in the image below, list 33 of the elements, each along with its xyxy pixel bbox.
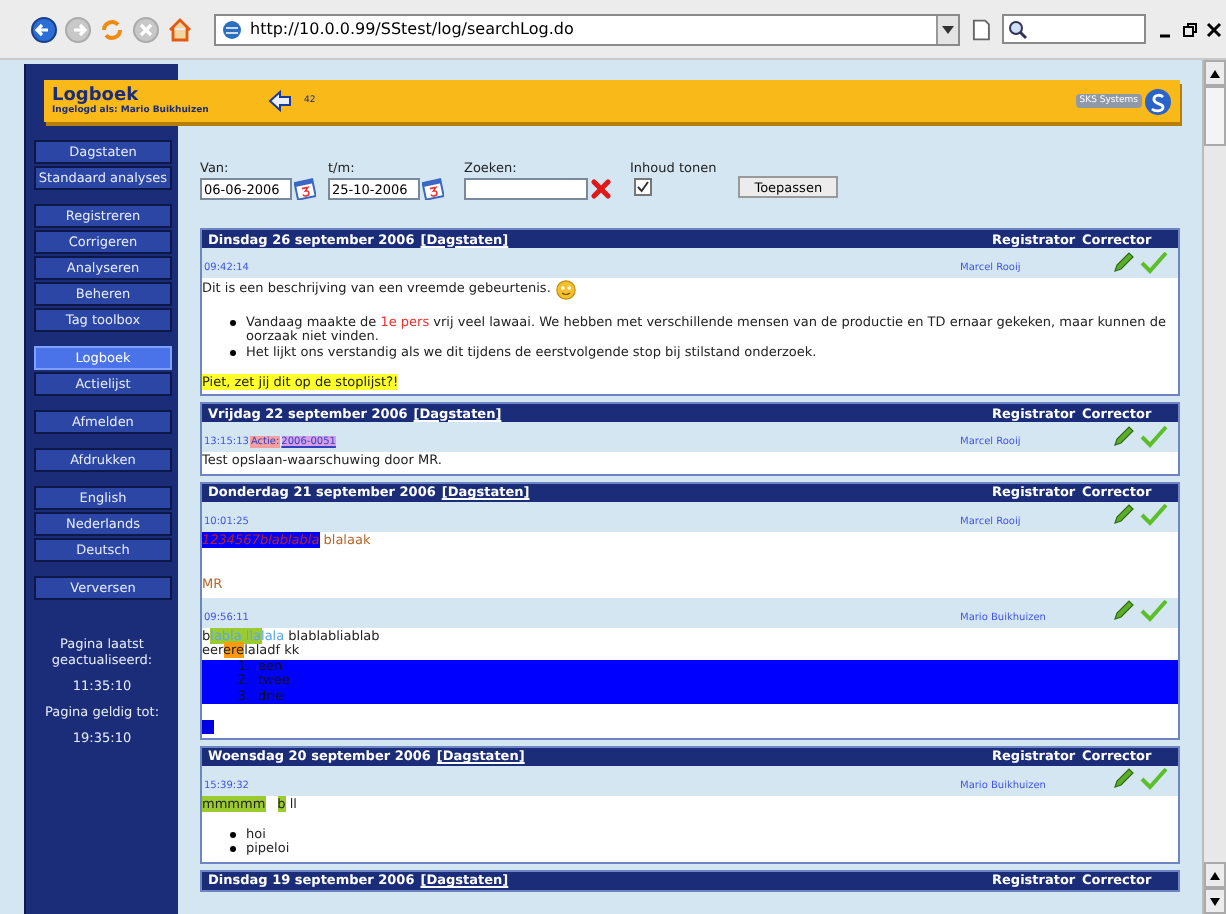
caret-icon <box>942 25 955 33</box>
restore-icon[interactable] <box>1182 21 1198 37</box>
clear-icon[interactable] <box>590 178 612 200</box>
bullet-icon <box>230 319 236 325</box>
page-title: Logboek <box>52 86 139 106</box>
calendar-icon[interactable] <box>294 178 316 200</box>
scroll-up-icon[interactable] <box>1210 69 1220 77</box>
home-icon[interactable] <box>166 15 194 43</box>
calendar-icon[interactable] <box>422 178 444 200</box>
checkmark-icon[interactable] <box>1140 766 1168 790</box>
text-marker <box>202 719 214 733</box>
address-field[interactable]: http://10.0.0.99/SStest/log/searchLog.do <box>214 13 961 45</box>
pencil-icon[interactable] <box>1112 598 1136 622</box>
checkmark-icon[interactable] <box>1140 502 1168 526</box>
bullet-icon <box>230 846 236 852</box>
search-field[interactable] <box>1002 14 1146 44</box>
bullet-icon <box>230 831 236 837</box>
logo-icon <box>1144 87 1172 115</box>
search-input[interactable] <box>464 178 588 200</box>
bullet-icon <box>230 349 236 355</box>
dropdown-button[interactable] <box>936 15 959 43</box>
scroll-up-icon[interactable] <box>1210 871 1220 879</box>
checkmark-icon[interactable] <box>1140 423 1168 447</box>
scrollbar[interactable] <box>1202 60 1226 914</box>
checkmark-icon[interactable] <box>1140 249 1168 273</box>
checkmark-icon[interactable] <box>1140 598 1168 622</box>
close-icon[interactable] <box>1206 21 1222 37</box>
back-arrow-icon[interactable] <box>268 90 292 112</box>
scrollbar-thumb[interactable] <box>1204 86 1226 146</box>
back-icon[interactable] <box>30 15 58 43</box>
checkbox[interactable] <box>634 178 652 196</box>
scroll-down-icon[interactable] <box>1210 897 1220 905</box>
page-icon[interactable] <box>972 17 991 41</box>
